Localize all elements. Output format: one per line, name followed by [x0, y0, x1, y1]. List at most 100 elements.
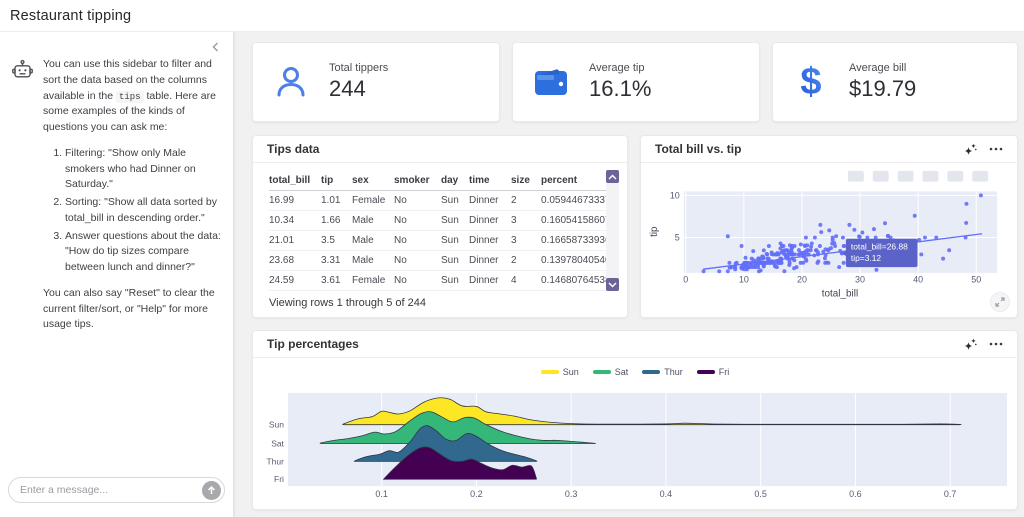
svg-text:tip: tip	[649, 226, 660, 237]
ai-sparkle-button[interactable]	[964, 143, 977, 156]
column-header: tip	[321, 170, 352, 191]
table-row: 23.683.31MaleNoSunDinner20.1397804054054…	[269, 250, 619, 271]
app-window: Restaurant tipping You can use this side…	[0, 0, 1024, 517]
column-header: sex	[352, 170, 394, 191]
wallet-icon	[513, 67, 589, 97]
legend-label: Sun	[562, 367, 579, 377]
svg-text:Sat: Sat	[271, 439, 284, 449]
svg-text:0.1: 0.1	[375, 489, 387, 499]
ellipsis-icon	[989, 342, 1003, 346]
app-header: Restaurant tipping	[0, 0, 1024, 32]
svg-text:$: $	[800, 61, 821, 103]
svg-text:0.4: 0.4	[660, 489, 672, 499]
svg-text:40: 40	[913, 275, 923, 285]
svg-text:30: 30	[855, 275, 865, 285]
svg-text:total_bill: total_bill	[822, 288, 858, 299]
dollar-icon: $	[773, 61, 849, 103]
code-tips: tips	[115, 90, 144, 103]
stat-value: 16.1%	[589, 76, 652, 101]
legend-label: Sat	[614, 367, 629, 377]
stat-label: Average tip	[589, 62, 645, 74]
outro-text: You can also say "Reset" to clear the cu…	[43, 286, 215, 331]
chat-input-row	[8, 477, 225, 503]
tips-data-header: Tips data	[253, 136, 627, 163]
legend-item-sun[interactable]: Sun	[540, 367, 579, 377]
ridgeline-plot[interactable]: 0.1 0.2 0.3 0.4 0.5 0.6 0.7 Sun Sat Thur Fri	[253, 386, 1017, 509]
column-header: size	[511, 170, 541, 191]
stat-card-average-bill: $ Average bill $19.79	[772, 42, 1018, 122]
stat-card-total-tippers: Total tippers 244	[252, 42, 500, 122]
table-row: 24.59 3.61 Female No Sun Dinner 4 0.14680764538…	[269, 270, 619, 291]
scatter-plot[interactable]: 0 10 20 30 40 50 5 10 total_bill=26.88tip=3.12 to…	[641, 163, 1017, 317]
stat-value: 244	[329, 76, 366, 101]
ellipsis-icon	[989, 147, 1003, 151]
expand-icon	[995, 297, 1005, 307]
column-header: day	[441, 170, 469, 191]
legend-label: Thur	[664, 367, 683, 377]
chat-sidebar: You can use this sidebar to filter and s…	[0, 31, 233, 517]
svg-text:0.5: 0.5	[754, 489, 766, 499]
table-row: 25.294.71MaleNoSunDinner40.1862396204092…	[269, 290, 619, 291]
example-item-sorting: Sorting: "Show all data sorted by total_…	[65, 195, 221, 227]
tips-data-card: Tips data total_bill tip sex smoker day time s…	[252, 135, 628, 318]
svg-text:Fri: Fri	[274, 474, 284, 484]
card-title: Tip percentages	[267, 337, 359, 351]
chevron-down-icon	[608, 281, 617, 288]
svg-text:0: 0	[683, 275, 688, 285]
chevron-up-icon	[608, 173, 617, 180]
arrow-up-icon	[207, 485, 216, 494]
example-list: Filtering: "Show only Male smokers who h…	[43, 146, 221, 276]
table-row: 16.99 1.01 Female No Sun Dinner 2 0.05944673337…	[269, 190, 619, 211]
svg-text:0.6: 0.6	[849, 489, 861, 499]
legend-item-fri[interactable]: Fri	[696, 367, 730, 377]
svg-text:10: 10	[670, 190, 680, 200]
svg-text:20: 20	[797, 275, 807, 285]
column-header: time	[469, 170, 511, 191]
table-scrollbar[interactable]	[606, 170, 619, 291]
scatter-card-header: Total bill vs. tip	[641, 136, 1017, 163]
message-input[interactable]	[8, 477, 225, 503]
stat-label: Total tippers	[329, 62, 389, 74]
table-status: Viewing rows 1 through 5 of 244	[269, 297, 426, 309]
svg-text:50: 50	[971, 275, 981, 285]
more-menu-button[interactable]	[989, 147, 1003, 151]
scatter-card: Total bill vs. tip 0 10 20 30 40 50 5 10 total_b…	[640, 135, 1018, 318]
svg-text:Sun: Sun	[269, 420, 284, 430]
sparkle-icon	[964, 143, 977, 155]
legend-item-thur[interactable]: Thur	[642, 367, 683, 377]
legend-swatch	[696, 370, 715, 374]
more-menu-button[interactable]	[989, 342, 1003, 346]
tip-percentages-card: Tip percentages Sun Sat Thur Fri 0.1 0.2 0.3 0…	[252, 330, 1018, 510]
expand-button[interactable]	[990, 292, 1010, 312]
card-title: Tips data	[267, 142, 320, 156]
ai-sparkle-button[interactable]	[964, 338, 977, 351]
example-item-filtering: Filtering: "Show only Male smokers who h…	[65, 146, 221, 193]
svg-text:Thur: Thur	[267, 456, 285, 466]
legend-swatch	[540, 370, 559, 374]
column-header: smoker	[394, 170, 441, 191]
page-title: Restaurant tipping	[10, 7, 132, 24]
person-icon	[253, 64, 329, 100]
card-title: Total bill vs. tip	[655, 142, 742, 156]
svg-text:0.2: 0.2	[470, 489, 482, 499]
legend-label: Fri	[718, 367, 730, 377]
sidebar-collapse-button[interactable]	[207, 39, 225, 57]
legend-item-sat[interactable]: Sat	[592, 367, 629, 377]
table-scroll-area[interactable]: total_bill tip sex smoker day time size percent…	[269, 170, 619, 291]
svg-text:10: 10	[739, 275, 749, 285]
stat-label: Average bill	[849, 62, 907, 74]
legend-swatch	[592, 370, 611, 374]
svg-text:0.7: 0.7	[944, 489, 956, 499]
assistant-message-text: You can use this sidebar to filter and s…	[43, 57, 221, 343]
svg-text:0.3: 0.3	[565, 489, 577, 499]
assistant-message: You can use this sidebar to filter and s…	[0, 31, 233, 343]
robot-icon	[12, 57, 34, 343]
scroll-down-button[interactable]	[606, 278, 619, 291]
svg-text:5: 5	[675, 233, 680, 243]
legend-swatch	[642, 370, 661, 374]
send-button[interactable]	[202, 480, 221, 500]
ridge-legend[interactable]: Sun Sat Thur Fri	[253, 358, 1017, 386]
table-header-row: total_bill tip sex smoker day time size percent	[269, 170, 619, 191]
scroll-up-button[interactable]	[606, 170, 619, 183]
svg-text:tip=3.12: tip=3.12	[851, 253, 882, 263]
